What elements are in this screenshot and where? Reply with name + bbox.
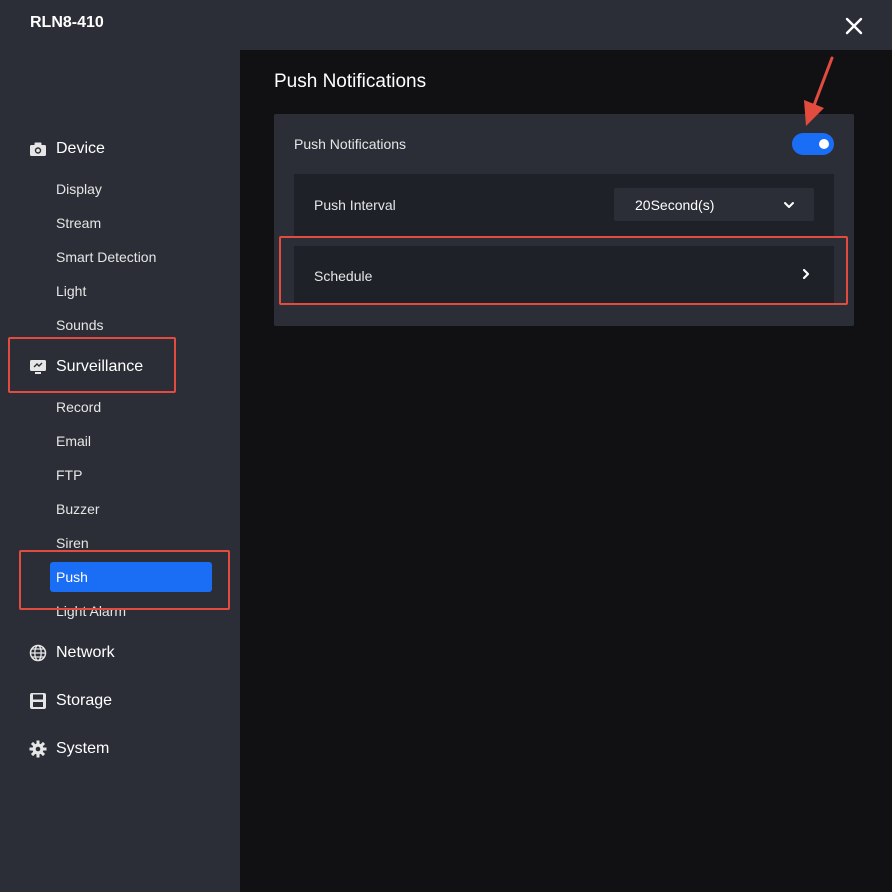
sidebar-section-network[interactable]: Network	[28, 641, 115, 665]
push-interval-label: Push Interval	[314, 197, 396, 213]
chevron-down-icon	[782, 198, 796, 212]
gear-icon	[28, 739, 48, 759]
sidebar-section-label: Network	[56, 644, 115, 661]
monitor-icon	[28, 357, 48, 377]
sidebar-item-sounds[interactable]: Sounds	[56, 315, 103, 335]
sidebar-section-system[interactable]: System	[28, 737, 109, 761]
sidebar-item-smart-detection[interactable]: Smart Detection	[56, 247, 156, 267]
page-title: Push Notifications	[274, 71, 427, 92]
sidebar-item-push[interactable]: Push	[50, 562, 212, 592]
sidebar-item-buzzer[interactable]: Buzzer	[56, 499, 100, 519]
push-settings-card: Push Notifications Push Interval 20Secon…	[274, 114, 854, 326]
push-notifications-toggle[interactable]	[792, 133, 834, 155]
schedule-row[interactable]: Schedule	[294, 246, 834, 304]
globe-icon	[28, 643, 48, 663]
main-panel: Push Notifications Push Notifications Pu…	[240, 50, 892, 892]
sidebar-section-storage[interactable]: Storage	[28, 689, 112, 713]
sidebar-item-record[interactable]: Record	[56, 397, 101, 417]
sidebar-item-stream[interactable]: Stream	[56, 213, 101, 233]
sidebar-section-label: Device	[56, 140, 105, 157]
sidebar-item-light-alarm[interactable]: Light Alarm	[56, 601, 126, 621]
sidebar-item-light[interactable]: Light	[56, 281, 86, 301]
sidebar-item-ftp[interactable]: FTP	[56, 465, 82, 485]
sidebar-item-siren[interactable]: Siren	[56, 533, 89, 553]
chevron-right-icon	[799, 267, 813, 281]
toggle-knob	[819, 139, 829, 149]
title-bar: RLN8-410	[0, 0, 892, 50]
sidebar-item-email[interactable]: Email	[56, 431, 91, 451]
sidebar-section-label: Surveillance	[56, 358, 144, 375]
camera-icon	[28, 139, 48, 159]
push-interval-select[interactable]: 20Second(s)	[614, 188, 814, 221]
push-interval-value: 20Second(s)	[635, 197, 715, 213]
sidebar-section-device[interactable]: Device	[28, 137, 105, 161]
schedule-label: Schedule	[314, 268, 373, 284]
close-icon[interactable]	[840, 12, 868, 40]
divider	[294, 236, 834, 246]
push-notifications-label: Push Notifications	[294, 136, 407, 152]
save-icon	[28, 691, 48, 711]
sidebar-section-surveillance[interactable]: Surveillance	[28, 355, 143, 379]
window-title: RLN8-410	[30, 14, 104, 31]
push-options: Push Interval 20Second(s) Schedule	[294, 174, 834, 304]
sidebar-section-label: System	[56, 740, 110, 757]
sidebar-section-label: Storage	[56, 692, 113, 709]
sidebar: Device Display Stream Smart Detection Li…	[0, 50, 240, 892]
sidebar-item-display[interactable]: Display	[56, 179, 102, 199]
